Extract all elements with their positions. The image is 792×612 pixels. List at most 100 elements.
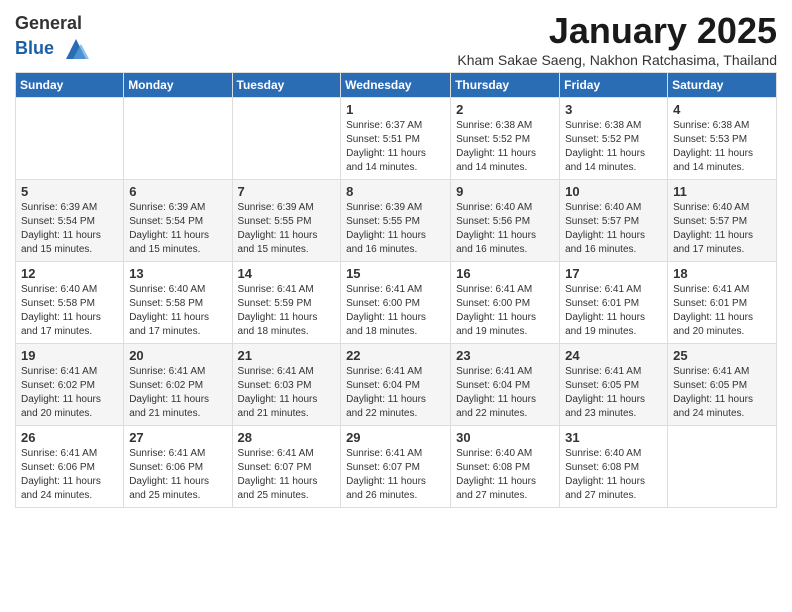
day-info: Sunrise: 6:41 AM Sunset: 6:01 PM Dayligh… [565, 283, 662, 339]
day-number: 26 [21, 430, 118, 445]
week-row-2: 5 Sunrise: 6:39 AM Sunset: 5:54 PM Daylig… [16, 180, 777, 262]
day-cell: 15 Sunrise: 6:41 AM Sunset: 6:00 PM Dayli… [341, 262, 451, 344]
day-cell: 6Sunrise: 6:39 AM Sunset: 5:54 PM Daylig… [124, 180, 232, 262]
page-header: General Blue January 2025 Kham Sakae Sae… [15, 10, 777, 68]
day-info: Sunrise: 6:40 AM Sunset: 6:08 PM Dayligh… [456, 447, 554, 503]
day-number: 19 [21, 348, 118, 363]
day-cell: 16 Sunrise: 6:41 AM Sunset: 6:00 PM Dayli… [451, 262, 560, 344]
day-info: Sunrise: 6:38 AM Sunset: 5:53 PM Dayligh… [673, 119, 771, 175]
weekday-header-sunday: Sunday [16, 73, 124, 98]
day-number: 24 [565, 348, 662, 363]
title-block: January 2025 Kham Sakae Saeng, Nakhon Ra… [457, 10, 777, 68]
week-row-1: 1 Sunrise: 6:37 AM Sunset: 5:51 PM Daylig… [16, 98, 777, 180]
day-info: Sunrise: 6:38 AM Sunset: 5:52 PM Dayligh… [565, 119, 662, 175]
day-cell: 17 Sunrise: 6:41 AM Sunset: 6:01 PM Dayli… [560, 262, 668, 344]
day-cell: 4 Sunrise: 6:38 AM Sunset: 5:53 PM Daylig… [668, 98, 777, 180]
day-number: 15 [346, 266, 445, 281]
day-cell: 12Sunrise: 6:40 AM Sunset: 5:58 PM Dayli… [16, 262, 124, 344]
day-number: 11 [673, 184, 771, 199]
month-title: January 2025 [457, 10, 777, 52]
day-number: 3 [565, 102, 662, 117]
weekday-header-monday: Monday [124, 73, 232, 98]
day-cell: 27Sunrise: 6:41 AM Sunset: 6:06 PM Dayli… [124, 426, 232, 508]
weekday-header-friday: Friday [560, 73, 668, 98]
day-info: Sunrise: 6:41 AM Sunset: 6:00 PM Dayligh… [346, 283, 445, 339]
calendar-table: SundayMondayTuesdayWednesdayThursdayFrid… [15, 72, 777, 508]
day-info: Sunrise: 6:41 AM Sunset: 6:06 PM Dayligh… [129, 447, 226, 503]
day-number: 13 [129, 266, 226, 281]
week-row-5: 26 Sunrise: 6:41 AM Sunset: 6:06 PM Dayli… [16, 426, 777, 508]
day-cell: 9Sunrise: 6:40 AM Sunset: 5:56 PM Daylig… [451, 180, 560, 262]
day-number: 2 [456, 102, 554, 117]
day-info: Sunrise: 6:41 AM Sunset: 6:02 PM Dayligh… [21, 365, 118, 421]
day-cell: 13 Sunrise: 6:40 AM Sunset: 5:58 PM Dayli… [124, 262, 232, 344]
day-cell: 1 Sunrise: 6:37 AM Sunset: 5:51 PM Daylig… [341, 98, 451, 180]
day-info: Sunrise: 6:41 AM Sunset: 6:03 PM Dayligh… [238, 365, 336, 421]
weekday-header-tuesday: Tuesday [232, 73, 341, 98]
day-info: Sunrise: 6:41 AM Sunset: 6:04 PM Dayligh… [456, 365, 554, 421]
weekday-header-row: SundayMondayTuesdayWednesdayThursdayFrid… [16, 73, 777, 98]
day-cell: 10 Sunrise: 6:40 AM Sunset: 5:57 PM Dayli… [560, 180, 668, 262]
logo-general: General [15, 13, 82, 33]
day-number: 30 [456, 430, 554, 445]
day-info: Sunrise: 6:39 AM Sunset: 5:54 PM Dayligh… [21, 201, 118, 257]
day-cell: 21 Sunrise: 6:41 AM Sunset: 6:03 PM Dayli… [232, 344, 341, 426]
logo-icon [61, 34, 91, 64]
day-cell: 31 Sunrise: 6:40 AM Sunset: 6:08 PM Dayli… [560, 426, 668, 508]
logo-blue: Blue [15, 38, 54, 58]
day-number: 6 [129, 184, 226, 199]
day-number: 31 [565, 430, 662, 445]
day-number: 7 [238, 184, 336, 199]
day-cell: 23 Sunrise: 6:41 AM Sunset: 6:04 PM Dayli… [451, 344, 560, 426]
day-cell: 19 Sunrise: 6:41 AM Sunset: 6:02 PM Dayli… [16, 344, 124, 426]
day-info: Sunrise: 6:41 AM Sunset: 6:00 PM Dayligh… [456, 283, 554, 339]
logo: General Blue [15, 14, 91, 64]
day-cell: 29Sunrise: 6:41 AM Sunset: 6:07 PM Dayli… [341, 426, 451, 508]
day-cell [16, 98, 124, 180]
day-info: Sunrise: 6:40 AM Sunset: 5:58 PM Dayligh… [21, 283, 118, 339]
day-info: Sunrise: 6:37 AM Sunset: 5:51 PM Dayligh… [346, 119, 445, 175]
weekday-header-wednesday: Wednesday [341, 73, 451, 98]
day-cell: 11 Sunrise: 6:40 AM Sunset: 5:57 PM Dayli… [668, 180, 777, 262]
day-number: 5 [21, 184, 118, 199]
day-cell: 20Sunrise: 6:41 AM Sunset: 6:02 PM Dayli… [124, 344, 232, 426]
day-number: 21 [238, 348, 336, 363]
day-info: Sunrise: 6:41 AM Sunset: 6:06 PM Dayligh… [21, 447, 118, 503]
day-cell: 25Sunrise: 6:41 AM Sunset: 6:05 PM Dayli… [668, 344, 777, 426]
day-info: Sunrise: 6:40 AM Sunset: 5:57 PM Dayligh… [673, 201, 771, 257]
day-info: Sunrise: 6:41 AM Sunset: 5:59 PM Dayligh… [238, 283, 336, 339]
day-info: Sunrise: 6:41 AM Sunset: 6:07 PM Dayligh… [238, 447, 336, 503]
day-info: Sunrise: 6:41 AM Sunset: 6:02 PM Dayligh… [129, 365, 226, 421]
day-number: 10 [565, 184, 662, 199]
day-cell: 28 Sunrise: 6:41 AM Sunset: 6:07 PM Dayli… [232, 426, 341, 508]
day-info: Sunrise: 6:41 AM Sunset: 6:05 PM Dayligh… [565, 365, 662, 421]
day-info: Sunrise: 6:40 AM Sunset: 6:08 PM Dayligh… [565, 447, 662, 503]
day-number: 17 [565, 266, 662, 281]
day-cell [668, 426, 777, 508]
day-cell: 8Sunrise: 6:39 AM Sunset: 5:55 PM Daylig… [341, 180, 451, 262]
day-number: 14 [238, 266, 336, 281]
day-number: 29 [346, 430, 445, 445]
day-number: 9 [456, 184, 554, 199]
day-info: Sunrise: 6:39 AM Sunset: 5:55 PM Dayligh… [238, 201, 336, 257]
day-number: 23 [456, 348, 554, 363]
day-cell: 22 Sunrise: 6:41 AM Sunset: 6:04 PM Dayli… [341, 344, 451, 426]
day-cell [124, 98, 232, 180]
day-info: Sunrise: 6:40 AM Sunset: 5:57 PM Dayligh… [565, 201, 662, 257]
day-cell [232, 98, 341, 180]
day-info: Sunrise: 6:40 AM Sunset: 5:58 PM Dayligh… [129, 283, 226, 339]
day-info: Sunrise: 6:41 AM Sunset: 6:01 PM Dayligh… [673, 283, 771, 339]
day-number: 1 [346, 102, 445, 117]
day-cell: 2Sunrise: 6:38 AM Sunset: 5:52 PM Daylig… [451, 98, 560, 180]
weekday-header-saturday: Saturday [668, 73, 777, 98]
day-cell: 14 Sunrise: 6:41 AM Sunset: 5:59 PM Dayli… [232, 262, 341, 344]
location: Kham Sakae Saeng, Nakhon Ratchasima, Tha… [457, 52, 777, 68]
day-number: 16 [456, 266, 554, 281]
week-row-3: 12Sunrise: 6:40 AM Sunset: 5:58 PM Dayli… [16, 262, 777, 344]
day-number: 28 [238, 430, 336, 445]
day-number: 4 [673, 102, 771, 117]
day-number: 8 [346, 184, 445, 199]
day-info: Sunrise: 6:41 AM Sunset: 6:04 PM Dayligh… [346, 365, 445, 421]
day-cell: 7 Sunrise: 6:39 AM Sunset: 5:55 PM Daylig… [232, 180, 341, 262]
day-number: 22 [346, 348, 445, 363]
